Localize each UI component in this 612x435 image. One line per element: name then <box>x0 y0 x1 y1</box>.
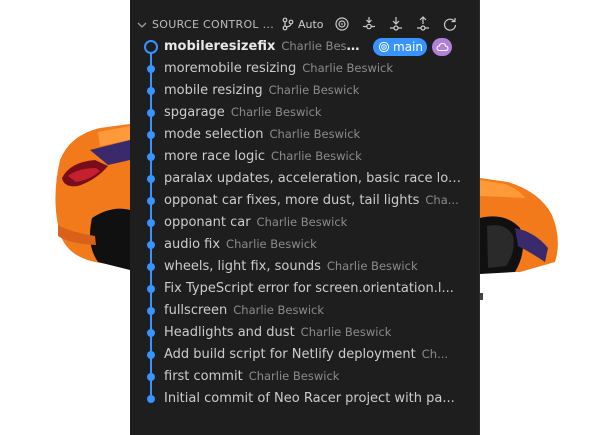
commit-message: first commit Charlie Beswick <box>164 369 340 384</box>
commit-row[interactable]: fullscreen Charlie Beswick <box>130 300 480 322</box>
fetch-icon[interactable] <box>361 16 377 32</box>
commit-author: Charlie Beswick <box>256 215 348 229</box>
section-title: SOURCE CONTROL ... <box>152 18 275 31</box>
cloud-icon <box>435 42 449 51</box>
commit-row[interactable]: mobile resizing Charlie Beswick <box>130 80 480 102</box>
desktop: SOURCE CONTROL ... Auto mobileresizefix … <box>0 0 612 435</box>
commit-row[interactable]: paralax updates, acceleration, basic rac… <box>130 168 480 190</box>
commit-node <box>147 263 155 271</box>
commit-author: Charlie Beswick <box>302 61 394 75</box>
commit-row[interactable]: mobileresizefix Charlie Beswick main <box>130 36 480 58</box>
commit-node <box>147 373 155 381</box>
chevron-down-icon[interactable] <box>137 20 147 30</box>
commit-author: Cha... <box>425 193 459 207</box>
commit-node <box>147 329 155 337</box>
commit-author: Ch... <box>421 347 449 361</box>
remote-badge[interactable] <box>432 38 452 56</box>
commit-row[interactable]: moremobile resizing Charlie Beswick <box>130 58 480 80</box>
push-icon[interactable] <box>415 16 431 32</box>
commit-message: mobile resizing Charlie Beswick <box>164 83 360 98</box>
current-branch-label[interactable]: Auto <box>298 18 324 31</box>
commit-node <box>147 241 155 249</box>
commit-author: Charlie Beswick <box>268 83 360 97</box>
pull-icon[interactable] <box>388 16 404 32</box>
commit-node <box>147 351 155 359</box>
commit-row[interactable]: opponat car fixes, more dust, tail light… <box>130 190 480 212</box>
source-control-panel: SOURCE CONTROL ... Auto mobileresizefix … <box>130 0 480 435</box>
target-icon[interactable] <box>334 16 350 32</box>
commit-row[interactable]: Fix TypeScript error for screen.orientat… <box>130 278 480 300</box>
commit-row[interactable]: more race logic Charlie Beswick <box>130 146 480 168</box>
commit-author: Charlie Beswick <box>326 259 418 273</box>
commit-node <box>147 307 155 315</box>
commit-row[interactable]: Add build script for Netlify deployment C… <box>130 344 480 366</box>
source-control-header[interactable]: SOURCE CONTROL ... Auto <box>130 12 480 38</box>
commit-row[interactable]: opponant car Charlie Beswick <box>130 212 480 234</box>
commit-row[interactable]: Initial commit of Neo Racer project with… <box>130 388 480 410</box>
commit-message: fullscreen Charlie Beswick <box>164 303 325 318</box>
commit-author: Charlie Beswick <box>248 369 340 383</box>
commit-node <box>147 131 155 139</box>
commit-author: Charlie Beswick <box>226 237 317 251</box>
commit-author: Charlie Beswick <box>270 149 362 163</box>
commit-row[interactable]: audio fix Charlie Beswick <box>130 234 480 256</box>
commit-node <box>147 285 155 293</box>
commit-row[interactable]: mode selection Charlie Beswick <box>130 124 480 146</box>
commit-author: Charlie Beswick <box>281 39 364 53</box>
commit-message: spgarage Charlie Beswick <box>164 105 322 120</box>
commit-node <box>147 65 155 73</box>
commit-row[interactable]: Headlights and dust Charlie Beswick <box>130 322 480 344</box>
commit-message: wheels, light fix, sounds Charlie Beswick <box>164 259 418 274</box>
commit-message: audio fix Charlie Beswick <box>164 237 317 252</box>
commit-row[interactable]: first commit Charlie Beswick <box>130 366 480 388</box>
commit-message: paralax updates, acceleration, basic rac… <box>164 171 461 186</box>
commit-author: Charlie Beswick <box>269 127 361 141</box>
commit-node <box>147 395 155 403</box>
commit-node <box>147 175 155 183</box>
head-commit-node <box>144 40 158 54</box>
commit-node <box>147 87 155 95</box>
commit-node <box>147 109 155 117</box>
commit-message: opponant car Charlie Beswick <box>164 215 348 230</box>
commit-author: Charlie Beswick <box>230 105 322 119</box>
commit-message: more race logic Charlie Beswick <box>164 149 362 164</box>
commit-message: Initial commit of Neo Racer project with… <box>164 391 455 406</box>
commit-message: Headlights and dust Charlie Beswick <box>164 325 392 340</box>
commit-row[interactable]: spgarage Charlie Beswick <box>130 102 480 124</box>
commit-node <box>147 153 155 161</box>
commit-message: mode selection Charlie Beswick <box>164 127 361 142</box>
commit-message: Fix TypeScript error for screen.orientat… <box>164 281 454 296</box>
commit-node <box>147 219 155 227</box>
commit-node <box>147 197 155 205</box>
branch-badge-main[interactable]: main <box>373 38 427 56</box>
commit-message: Add build script for Netlify deployment C… <box>164 347 449 362</box>
commit-message: moremobile resizing Charlie Beswick <box>164 61 394 76</box>
commit-message: mobileresizefix Charlie Beswick <box>164 39 364 54</box>
refresh-icon[interactable] <box>442 16 458 32</box>
commit-author: Charlie Beswick <box>233 303 325 317</box>
target-icon <box>378 41 390 53</box>
branch-icon <box>282 17 294 31</box>
commit-message: opponat car fixes, more dust, tail light… <box>164 193 459 208</box>
commit-row[interactable]: wheels, light fix, sounds Charlie Beswick <box>130 256 480 278</box>
commit-author: Charlie Beswick <box>300 325 392 339</box>
